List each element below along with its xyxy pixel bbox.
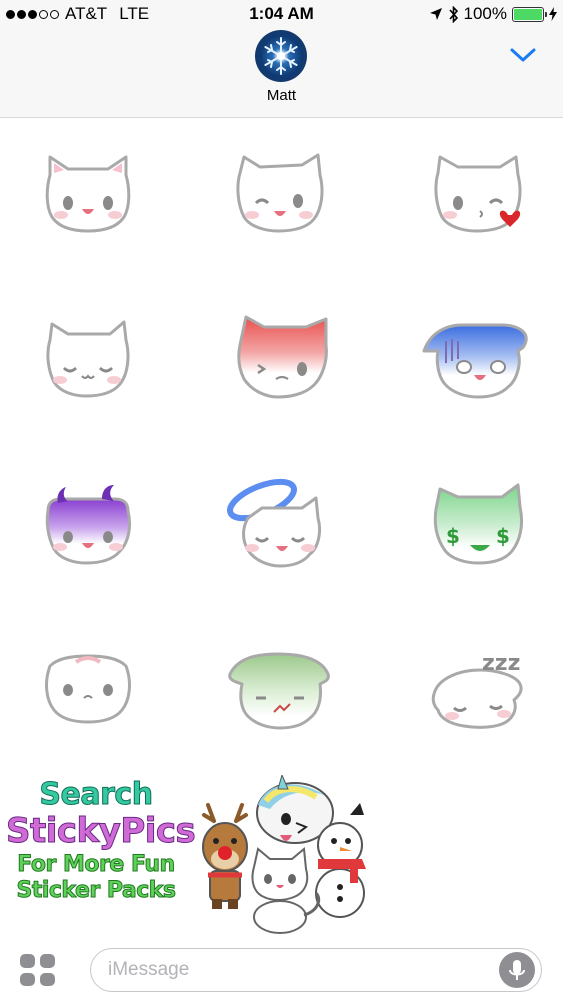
contact-name[interactable]: Matt [0,87,563,104]
bluetooth-icon [448,5,458,23]
message-composer [0,940,563,1000]
svg-text:$: $ [446,524,460,548]
sticker-cat-devil[interactable] [28,475,148,585]
promo-line-more-fun: For More Fun [17,852,176,877]
charging-bolt-icon [549,7,557,21]
battery-icon [512,6,547,22]
battery-percent: 100% [463,4,507,23]
sticker-cat-blue-shocked[interactable] [420,305,540,415]
sticker-cat-ears-down[interactable] [28,640,148,750]
sleep-zzz-text: zzz [482,651,520,676]
sticker-cat-angel[interactable] [222,470,342,580]
contact-avatar[interactable] [255,30,307,82]
sticker-cat-kiss[interactable] [418,145,538,255]
chevron-down-icon[interactable] [509,44,537,66]
svg-text:$: $ [496,524,510,548]
sticker-cat-content[interactable] [28,310,148,420]
sticker-cat-money[interactable]: $ $ [420,475,540,585]
sticker-cat-happy[interactable] [28,145,148,255]
sticker-cat-sleeping[interactable]: zzz [420,640,540,750]
promo-line-brand: StickyPics [6,811,197,851]
sticker-cat-sick[interactable] [222,640,342,750]
promo-line-search: Search [39,777,154,812]
conversation-header: Matt [0,30,563,118]
apps-grid-icon[interactable] [20,954,56,986]
sticker-cat-red-sad[interactable] [222,305,342,415]
sticker-cat-wink[interactable] [220,145,340,255]
promo-sticker[interactable]: Search StickyPics For More Fun Sticker P… [6,777,197,930]
sticker-grid: $ $ zzz [0,120,563,760]
imessage-input[interactable] [90,948,542,992]
snowflake-icon [264,37,298,75]
microphone-icon[interactable] [499,952,535,988]
promo-line-sticker-packs: Sticker Packs [16,878,177,903]
location-arrow-icon [429,8,442,20]
status-right: 100% [429,4,557,24]
sticker-holiday-group[interactable] [200,775,370,935]
status-bar: AT&T LTE 1:04 AM 100% [0,0,563,30]
